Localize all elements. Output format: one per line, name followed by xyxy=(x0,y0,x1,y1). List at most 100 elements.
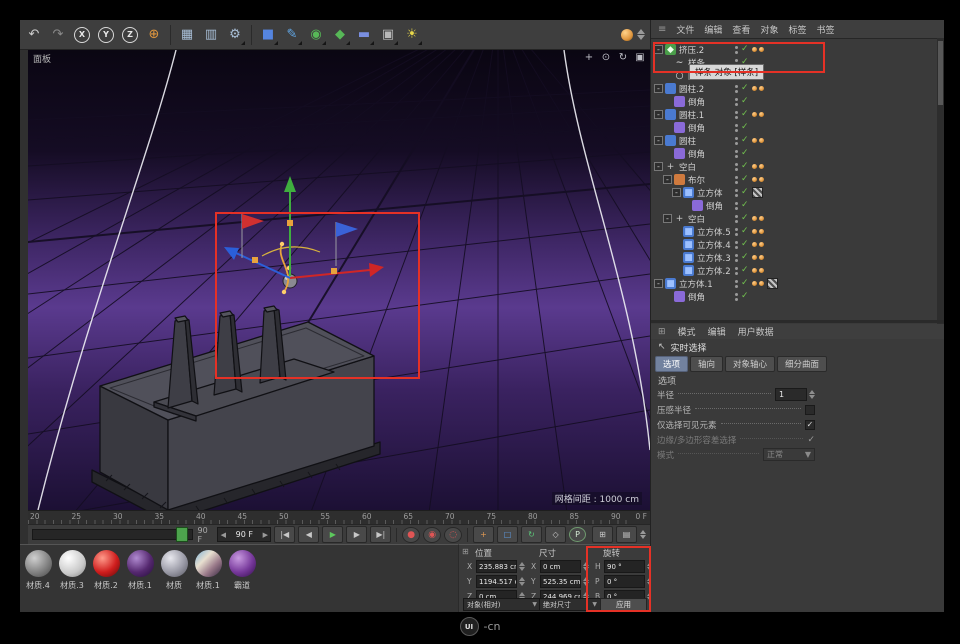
visibility-dots[interactable] xyxy=(735,215,738,223)
tree-item-立方体.3[interactable]: ■立方体.3✓ xyxy=(651,251,936,264)
key-position-toggle[interactable]: + xyxy=(473,526,494,543)
enabled-check-icon[interactable]: ✓ xyxy=(741,162,749,171)
enabled-check-icon[interactable]: ✓ xyxy=(741,253,749,262)
visibility-dots[interactable] xyxy=(735,280,738,288)
render-region-button[interactable]: ▥ xyxy=(200,24,222,46)
texture-tag-dots[interactable] xyxy=(752,216,764,221)
material-item-3[interactable]: 材质.2 xyxy=(90,550,122,612)
visibility-dots[interactable] xyxy=(735,163,738,171)
key-parameter-toggle[interactable]: ◇ xyxy=(545,526,566,543)
floor-button[interactable]: ▬ xyxy=(353,24,375,46)
visibility-dots[interactable] xyxy=(735,267,738,275)
param-dropdown[interactable]: 正常▼ xyxy=(763,448,815,461)
texture-tag-dots[interactable] xyxy=(752,177,764,182)
am-tab-1[interactable]: 模式 xyxy=(678,325,696,338)
param-checkbox[interactable]: ✓ xyxy=(805,420,815,430)
timeline-slider-handle[interactable] xyxy=(176,527,188,542)
visibility-dots[interactable] xyxy=(735,241,738,249)
play-button[interactable]: ▶ xyxy=(322,526,343,543)
prev-frame-button[interactable]: ◀ xyxy=(298,526,319,543)
texture-tag-dots[interactable] xyxy=(752,229,764,234)
position-input[interactable]: 235.883 cm xyxy=(476,560,517,573)
visibility-dots[interactable] xyxy=(735,293,738,301)
layout-grid-icon[interactable]: ▤ xyxy=(616,526,637,543)
subtab-对象轴心[interactable]: 对象轴心 xyxy=(725,356,775,372)
enabled-check-icon[interactable]: ✓ xyxy=(741,188,749,197)
spline-pen-button[interactable]: ✎ xyxy=(281,24,303,46)
position-input[interactable]: 1194.517 cm xyxy=(476,575,517,588)
tree-item-倒角[interactable]: 倒角✓ xyxy=(651,199,936,212)
rotation-input[interactable]: 0 ° xyxy=(604,575,645,588)
subtab-轴向[interactable]: 轴向 xyxy=(690,356,723,372)
texture-tag-dots[interactable] xyxy=(752,281,764,286)
expander-icon[interactable]: - xyxy=(654,110,663,119)
tree-item-挤压.2[interactable]: -◆挤压.2✓ xyxy=(651,43,936,56)
texture-tag-dots[interactable] xyxy=(752,268,764,273)
texture-tag-dots[interactable] xyxy=(752,138,764,143)
visibility-dots[interactable] xyxy=(735,137,738,145)
expander-icon[interactable]: - xyxy=(663,214,672,223)
record-keyframe-button[interactable]: ● xyxy=(402,527,420,543)
key-scale-toggle[interactable]: □ xyxy=(497,526,518,543)
size-mode-dropdown[interactable]: 绝对尺寸▼ xyxy=(539,598,601,611)
texture-tag-dots[interactable] xyxy=(752,86,764,91)
stepper-arrows[interactable] xyxy=(519,562,525,571)
tree-item-布尔[interactable]: -布尔✓ xyxy=(651,173,936,186)
texture-tag-dots[interactable] xyxy=(752,242,764,247)
next-frame-button[interactable]: ▶ xyxy=(346,526,367,543)
om-menu-5[interactable]: 标签 xyxy=(788,23,806,36)
light-button[interactable]: ☀ xyxy=(401,24,423,46)
texture-tag-dots[interactable] xyxy=(752,255,764,260)
tree-item-立方体.2[interactable]: ■立方体.2✓ xyxy=(651,264,936,277)
param-checkbox[interactable] xyxy=(805,405,815,415)
stepper-arrows[interactable] xyxy=(583,562,589,571)
redo-icon[interactable]: ↷ xyxy=(47,24,69,46)
stepper-arrows[interactable] xyxy=(583,577,589,586)
frame-spinner[interactable]: ◀ 90 F ▶ xyxy=(217,527,271,542)
enabled-check-icon[interactable]: ✓ xyxy=(741,97,749,106)
texture-tag-dots[interactable] xyxy=(752,164,764,169)
visibility-dots[interactable] xyxy=(735,98,738,106)
camera-button[interactable]: ▣ xyxy=(377,24,399,46)
material-sphere-gray[interactable] xyxy=(25,550,52,577)
material-sphere-violet[interactable] xyxy=(127,550,154,577)
material-sphere-purple[interactable] xyxy=(229,550,256,577)
coord-system-button[interactable]: ⊕ xyxy=(143,24,165,46)
pan-icon[interactable]: + xyxy=(583,52,595,63)
render-settings-button[interactable]: ⚙ xyxy=(224,24,246,46)
viewport-menu-label[interactable]: 面板 xyxy=(33,52,51,65)
material-sphere-icon[interactable] xyxy=(621,29,633,41)
expander-icon[interactable]: - xyxy=(672,188,681,197)
record-options-button[interactable]: ◌ xyxy=(444,527,462,543)
arrow-up-icon[interactable] xyxy=(637,29,645,34)
visibility-dots[interactable] xyxy=(735,150,738,158)
frame-increment-icon[interactable]: ▶ xyxy=(260,531,270,539)
checker-tag-icon[interactable] xyxy=(752,187,763,198)
tree-item-倒角[interactable]: 倒角✓ xyxy=(651,121,936,134)
material-sphere-textured[interactable] xyxy=(195,550,222,577)
lock-z-button[interactable]: Z xyxy=(119,24,141,46)
size-input[interactable]: 525.35 cm xyxy=(540,575,581,588)
scrollbar-thumb[interactable] xyxy=(938,41,943,105)
stepper-arrows[interactable] xyxy=(809,390,815,399)
frame-field[interactable]: 90 F xyxy=(228,530,260,539)
tree-item-立方体.1[interactable]: -■立方体.1✓ xyxy=(651,277,936,290)
primitive-cube-button[interactable]: ■ xyxy=(257,24,279,46)
enabled-check-icon[interactable]: ✓ xyxy=(741,110,749,119)
enabled-check-icon[interactable]: ✓ xyxy=(741,201,749,210)
visibility-dots[interactable] xyxy=(735,228,738,236)
checker-tag-icon[interactable] xyxy=(767,278,778,289)
expander-icon[interactable]: - xyxy=(663,175,672,184)
tree-item-倒角[interactable]: 倒角✓ xyxy=(651,147,936,160)
enabled-check-icon[interactable]: ✓ xyxy=(741,279,749,288)
goto-end-button[interactable]: ▶| xyxy=(370,526,391,543)
enabled-check-icon[interactable]: ✓ xyxy=(741,214,749,223)
om-menu-6[interactable]: 书签 xyxy=(816,23,834,36)
transport-scroll-arrows[interactable] xyxy=(640,530,646,539)
om-menu-2[interactable]: 编辑 xyxy=(704,23,722,36)
key-rotation-toggle[interactable]: ↻ xyxy=(521,526,542,543)
material-item-4[interactable]: 材质.1 xyxy=(124,550,156,612)
visibility-dots[interactable] xyxy=(735,124,738,132)
texture-tag-dots[interactable] xyxy=(752,47,764,52)
tree-item-空白[interactable]: -+空白✓ xyxy=(651,160,936,173)
